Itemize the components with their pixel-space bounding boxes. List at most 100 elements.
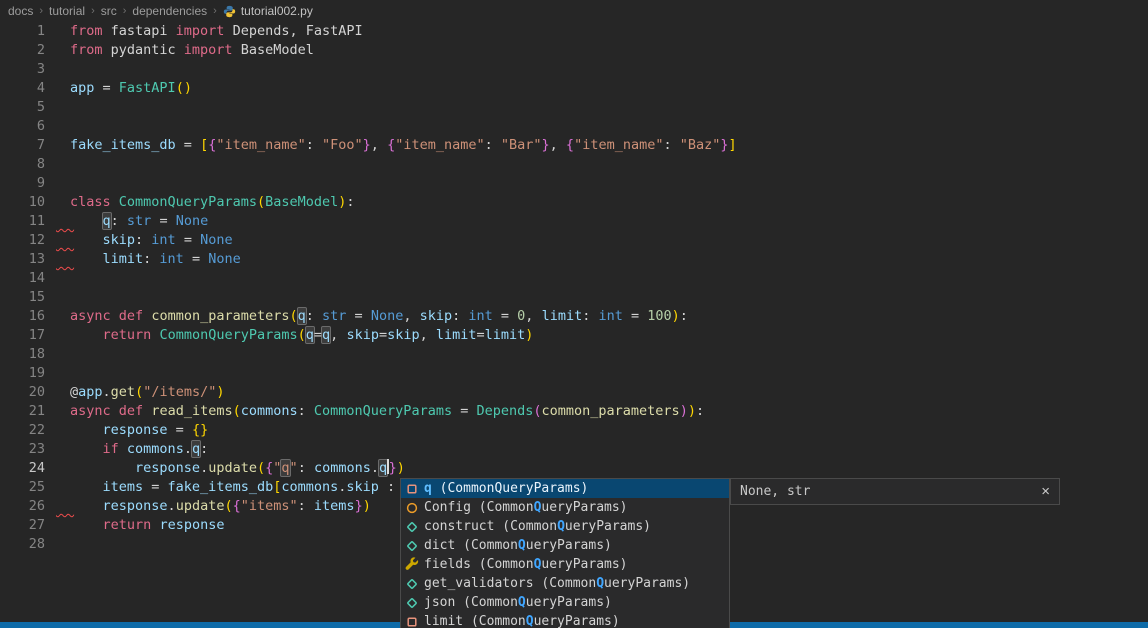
code-token: = — [493, 308, 517, 324]
line-content: response = {} — [45, 421, 208, 440]
code-token: fastapi — [103, 23, 176, 39]
suggest-row[interactable]: fields (CommonQueryParams) — [401, 555, 729, 574]
code-token: . — [200, 460, 208, 476]
code-line[interactable]: 10class CommonQueryParams(BaseModel): — [0, 193, 1148, 212]
breadcrumb-item-dependencies[interactable]: dependencies — [132, 4, 207, 18]
code-token: = — [168, 422, 192, 438]
line-number: 1 — [0, 22, 45, 41]
suggest-row[interactable]: Config (CommonQueryParams) — [401, 498, 729, 517]
code-token: update — [208, 460, 257, 476]
code-line[interactable]: 3 — [0, 60, 1148, 79]
code-token: CommonQueryParams — [119, 194, 257, 210]
method-icon — [404, 519, 420, 535]
code-token: items — [103, 479, 144, 495]
code-token: import — [184, 42, 233, 58]
code-line[interactable]: 15 — [0, 288, 1148, 307]
suggest-row[interactable]: dict (CommonQueryParams) — [401, 536, 729, 555]
suggest-row-label: json (CommonQueryParams) — [424, 595, 612, 610]
code-line[interactable]: 1from fastapi import Depends, FastAPI — [0, 22, 1148, 41]
code-token: ( — [289, 308, 297, 324]
suggest-row[interactable]: limit (CommonQueryParams) — [401, 612, 729, 628]
line-content — [45, 117, 70, 136]
code-token: : — [379, 479, 395, 495]
breadcrumb-item-src[interactable]: src — [101, 4, 117, 18]
code-token: q — [322, 327, 330, 343]
suggest-row-label: fields (CommonQueryParams) — [424, 557, 628, 572]
code-line[interactable]: 18 — [0, 345, 1148, 364]
code-line[interactable]: 12 skip: int = None — [0, 231, 1148, 250]
code-line[interactable]: 8 — [0, 155, 1148, 174]
code-token: commons — [314, 460, 371, 476]
line-number: 24 — [0, 459, 45, 478]
code-line[interactable]: 13 limit: int = None — [0, 250, 1148, 269]
line-content: if commons.q: — [45, 440, 208, 459]
line-number: 11 — [0, 212, 45, 231]
code-line[interactable]: 16async def common_parameters(q: str = N… — [0, 307, 1148, 326]
code-line[interactable]: 24 response.update({"q": commons.q}) — [0, 459, 1148, 478]
field-icon — [404, 614, 420, 628]
code-token: class — [70, 194, 111, 210]
suggest-row-label: dict (CommonQueryParams) — [424, 538, 612, 553]
code-line[interactable]: 5 — [0, 98, 1148, 117]
code-token: fake_items_db — [168, 479, 274, 495]
code-token: } — [363, 137, 371, 153]
class-icon — [404, 500, 420, 516]
code-line[interactable]: 4app = FastAPI() — [0, 79, 1148, 98]
suggest-row[interactable]: q (CommonQueryParams) — [401, 479, 729, 498]
suggest-row[interactable]: get_validators (CommonQueryParams) — [401, 574, 729, 593]
code-line[interactable]: 9 — [0, 174, 1148, 193]
code-token: skip — [346, 479, 379, 495]
code-token: . — [371, 460, 379, 476]
code-token: def — [119, 308, 143, 324]
code-token — [111, 308, 119, 324]
code-token — [70, 251, 103, 267]
code-token: { — [233, 498, 241, 514]
breadcrumb-item-docs[interactable]: docs — [8, 4, 33, 18]
code-token: response — [103, 422, 168, 438]
code-token: "item_name" — [216, 137, 305, 153]
error-squiggle — [56, 238, 74, 248]
code-token: = — [176, 137, 200, 153]
code-line[interactable]: 2from pydantic import BaseModel — [0, 41, 1148, 60]
code-token: limit — [436, 327, 477, 343]
suggest-detail-text: None, str — [740, 484, 1041, 499]
code-token: = — [623, 308, 647, 324]
code-line[interactable]: 19 — [0, 364, 1148, 383]
code-token: "/items/" — [143, 384, 216, 400]
code-token: ) — [525, 327, 533, 343]
code-token: "Bar" — [501, 137, 542, 153]
suggest-row[interactable]: json (CommonQueryParams) — [401, 593, 729, 612]
code-token: int — [598, 308, 622, 324]
code-token: = — [379, 327, 387, 343]
line-number: 7 — [0, 136, 45, 155]
code-line[interactable]: 7fake_items_db = [{"item_name": "Foo"}, … — [0, 136, 1148, 155]
line-number: 20 — [0, 383, 45, 402]
property-icon — [404, 557, 420, 573]
line-number: 22 — [0, 421, 45, 440]
code-token: = — [452, 403, 476, 419]
line-number: 16 — [0, 307, 45, 326]
code-token: if — [103, 441, 119, 457]
code-token: ) — [672, 308, 680, 324]
breadcrumb-file-name: tutorial002.py — [241, 4, 313, 18]
code-token: { — [387, 137, 395, 153]
close-icon[interactable]: × — [1041, 484, 1050, 499]
code-token: skip — [420, 308, 453, 324]
code-line[interactable]: 11 q: str = None — [0, 212, 1148, 231]
breadcrumb-file[interactable]: tutorial002.py — [223, 4, 313, 18]
suggest-row[interactable]: construct (CommonQueryParams) — [401, 517, 729, 536]
breadcrumb-item-tutorial[interactable]: tutorial — [49, 4, 85, 18]
code-line[interactable]: 21async def read_items(commons: CommonQu… — [0, 402, 1148, 421]
code-line[interactable]: 23 if commons.q: — [0, 440, 1148, 459]
line-number: 14 — [0, 269, 45, 288]
code-line[interactable]: 22 response = {} — [0, 421, 1148, 440]
code-token: return — [103, 327, 152, 343]
code-line[interactable]: 6 — [0, 117, 1148, 136]
code-line[interactable]: 17 return CommonQueryParams(q=q, skip=sk… — [0, 326, 1148, 345]
line-content: return CommonQueryParams(q=q, skip=skip,… — [45, 326, 533, 345]
code-line[interactable]: 20@app.get("/items/") — [0, 383, 1148, 402]
code-token: read_items — [151, 403, 232, 419]
line-number: 17 — [0, 326, 45, 345]
code-line[interactable]: 14 — [0, 269, 1148, 288]
code-token: = — [143, 479, 167, 495]
